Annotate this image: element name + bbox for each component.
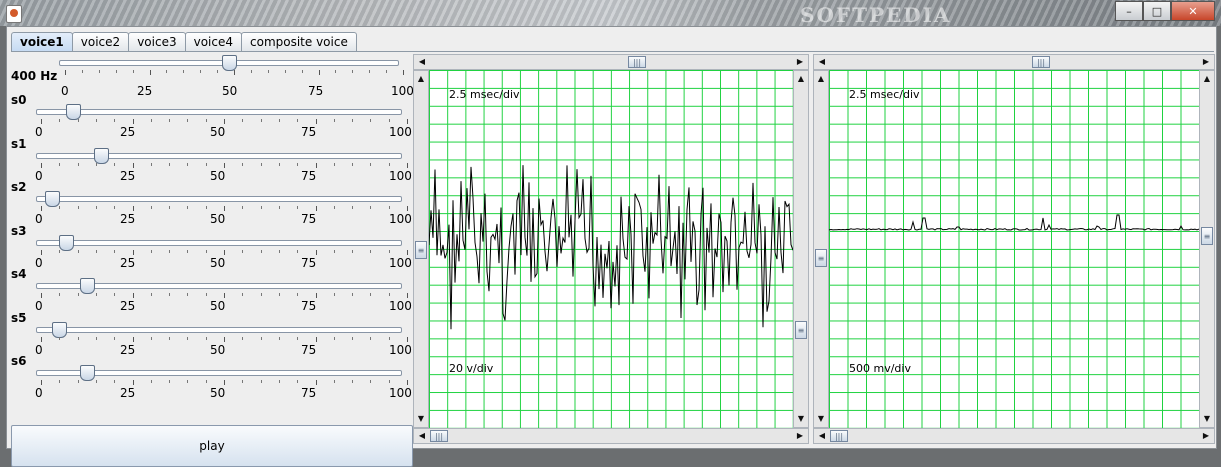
slider-ticks (41, 336, 408, 342)
tab-voice3[interactable]: voice3 (128, 32, 186, 51)
frequency-slider-ticks (65, 70, 404, 75)
voice-waveform-scope: ◀ ||| ▶ ▲ ≡ ▼ ▲ ≡ ▼ ◀ ||| ▶ 2.5 msec/div… (413, 54, 809, 444)
waveform-right-scrollbar[interactable]: ▲ ≡ ▼ (793, 70, 809, 428)
voice-tabs: voice1 voice2 voice3 voice4 composite vo… (11, 32, 357, 51)
title-bar-background (0, 0, 1221, 26)
maximize-icon[interactable]: □ (1143, 1, 1171, 21)
slider-label: s0 (11, 93, 27, 107)
scroll-thumb[interactable]: ≡ (815, 249, 827, 267)
harmonic-slider-s1: s1 0 25 50 75 100 (11, 136, 412, 183)
scroll-thumb[interactable]: ≡ (1201, 227, 1213, 245)
tick-label: 50 (210, 386, 226, 400)
scroll-thumb[interactable]: ||| (830, 430, 848, 442)
slider-thumb[interactable] (65, 104, 81, 120)
slider-panel: 400 Hz 0 25 50 75 100 s0 0 25 50 75 100 s1 0 25 5… (11, 53, 414, 467)
title-bar: SOFTPEDIA – □ ✕ (0, 0, 1221, 27)
slider-label: s4 (11, 267, 27, 281)
scroll-right-arrow-icon[interactable]: ▶ (793, 429, 807, 443)
scroll-up-arrow-icon[interactable]: ▲ (1200, 72, 1214, 86)
spectrum-top-scrollbar[interactable]: ◀ ||| ▶ (813, 54, 1215, 70)
window-controls: – □ ✕ (1115, 1, 1215, 21)
time-per-div-label: 2.5 msec/div (449, 88, 520, 101)
close-icon[interactable]: ✕ (1171, 1, 1215, 21)
scroll-up-arrow-icon[interactable]: ▲ (794, 72, 808, 86)
java-app-icon[interactable] (6, 5, 22, 23)
tab-voice1[interactable]: voice1 (11, 32, 73, 51)
tab-voice4[interactable]: voice4 (184, 32, 242, 51)
scroll-left-arrow-icon[interactable]: ◀ (815, 429, 829, 443)
tab-composite-voice[interactable]: composite voice (241, 32, 357, 51)
scroll-down-arrow-icon[interactable]: ▼ (414, 412, 428, 426)
scroll-thumb[interactable]: ||| (628, 56, 646, 68)
scroll-left-arrow-icon[interactable]: ◀ (815, 55, 829, 69)
harmonic-slider-s4: s4 0 25 50 75 100 (11, 267, 412, 313)
waveform-grid: 2.5 msec/div 20 v/div (429, 70, 793, 428)
time-per-div-label: 2.5 msec/div (849, 88, 920, 101)
slider-ticks (41, 249, 408, 255)
scroll-thumb[interactable]: ||| (1032, 56, 1050, 68)
tick-label: 25 (120, 386, 136, 400)
slider-ticks (41, 293, 408, 298)
slider-track[interactable] (36, 109, 402, 115)
volts-per-div-label: 500 mv/div (849, 362, 911, 375)
frequency-label: 400 Hz (11, 69, 58, 83)
slider-track[interactable] (36, 326, 402, 333)
app-content: voice1 voice2 voice3 voice4 composite vo… (6, 26, 1217, 467)
slider-thumb[interactable] (94, 147, 110, 164)
slider-ticks (41, 206, 408, 211)
slider-ticks (41, 162, 408, 168)
scroll-up-arrow-icon[interactable]: ▲ (414, 72, 428, 86)
waveform-left-scrollbar[interactable]: ▲ ≡ ▼ (413, 70, 429, 428)
slider-label: s1 (11, 136, 27, 151)
slider-ticks (41, 380, 408, 385)
slider-track[interactable] (36, 239, 402, 246)
scroll-thumb[interactable]: ≡ (795, 321, 807, 339)
scroll-right-arrow-icon[interactable]: ▶ (1199, 429, 1213, 443)
scroll-right-arrow-icon[interactable]: ▶ (793, 55, 807, 69)
slider-label: s2 (11, 180, 27, 194)
slider-thumb[interactable] (44, 191, 60, 207)
tick-label: 100 (389, 386, 412, 400)
scroll-left-arrow-icon[interactable]: ◀ (415, 55, 429, 69)
waveform-top-scrollbar[interactable]: ◀ ||| ▶ (413, 54, 809, 70)
scroll-down-arrow-icon[interactable]: ▼ (1200, 412, 1214, 426)
scroll-thumb[interactable]: ||| (430, 430, 448, 442)
tab-divider (11, 51, 1214, 52)
harmonic-slider-s6: s6 0 25 50 75 100 (11, 354, 412, 400)
slider-label: s6 (11, 354, 27, 368)
play-button[interactable]: play (11, 425, 413, 467)
scroll-down-arrow-icon[interactable]: ▼ (794, 412, 808, 426)
scroll-down-arrow-icon[interactable]: ▼ (814, 412, 828, 426)
slider-track[interactable] (36, 152, 402, 159)
minimize-icon[interactable]: – (1115, 1, 1143, 21)
tick-label: 75 (301, 386, 317, 400)
tab-voice2[interactable]: voice2 (71, 32, 130, 51)
slider-label: s5 (11, 310, 27, 325)
spectrum-bottom-scrollbar[interactable]: ◀ ||| ▶ (813, 428, 1215, 444)
slider-thumb[interactable] (80, 278, 96, 294)
waveform-bottom-scrollbar[interactable]: ◀ ||| ▶ (413, 428, 809, 444)
slider-ticks (41, 119, 408, 124)
spectrum-scope: ◀ ||| ▶ ▲ ≡ ▼ ▲ ≡ ▼ ◀ ||| ▶ 2.5 msec/div… (813, 54, 1215, 444)
spectrum-right-scrollbar[interactable]: ▲ ≡ ▼ (1199, 70, 1215, 428)
spectrum-grid: 2.5 msec/div 500 mv/div (829, 70, 1199, 428)
harmonic-slider-s2: s2 0 25 50 75 100 (11, 180, 412, 226)
scroll-thumb[interactable]: ≡ (415, 241, 427, 259)
volts-per-div-label: 20 v/div (449, 362, 494, 375)
frequency-slider-thumb[interactable] (222, 55, 237, 71)
tick-label: 0 (35, 386, 43, 400)
harmonic-slider-s3: s3 0 25 50 75 100 (11, 223, 412, 270)
slider-thumb[interactable] (80, 365, 96, 381)
harmonic-slider-s5: s5 0 25 50 75 100 (11, 310, 412, 357)
watermark: SOFTPEDIA (800, 3, 952, 27)
harmonic-slider-s0: s0 0 25 50 75 100 (11, 93, 412, 139)
slider-label: s3 (11, 223, 27, 238)
slider-thumb[interactable] (51, 321, 67, 338)
slider-track[interactable] (36, 196, 402, 202)
scroll-right-arrow-icon[interactable]: ▶ (1199, 55, 1213, 69)
scroll-left-arrow-icon[interactable]: ◀ (415, 429, 429, 443)
scroll-up-arrow-icon[interactable]: ▲ (814, 72, 828, 86)
spectrum-left-scrollbar[interactable]: ▲ ≡ ▼ (813, 70, 829, 428)
slider-thumb[interactable] (58, 234, 74, 251)
